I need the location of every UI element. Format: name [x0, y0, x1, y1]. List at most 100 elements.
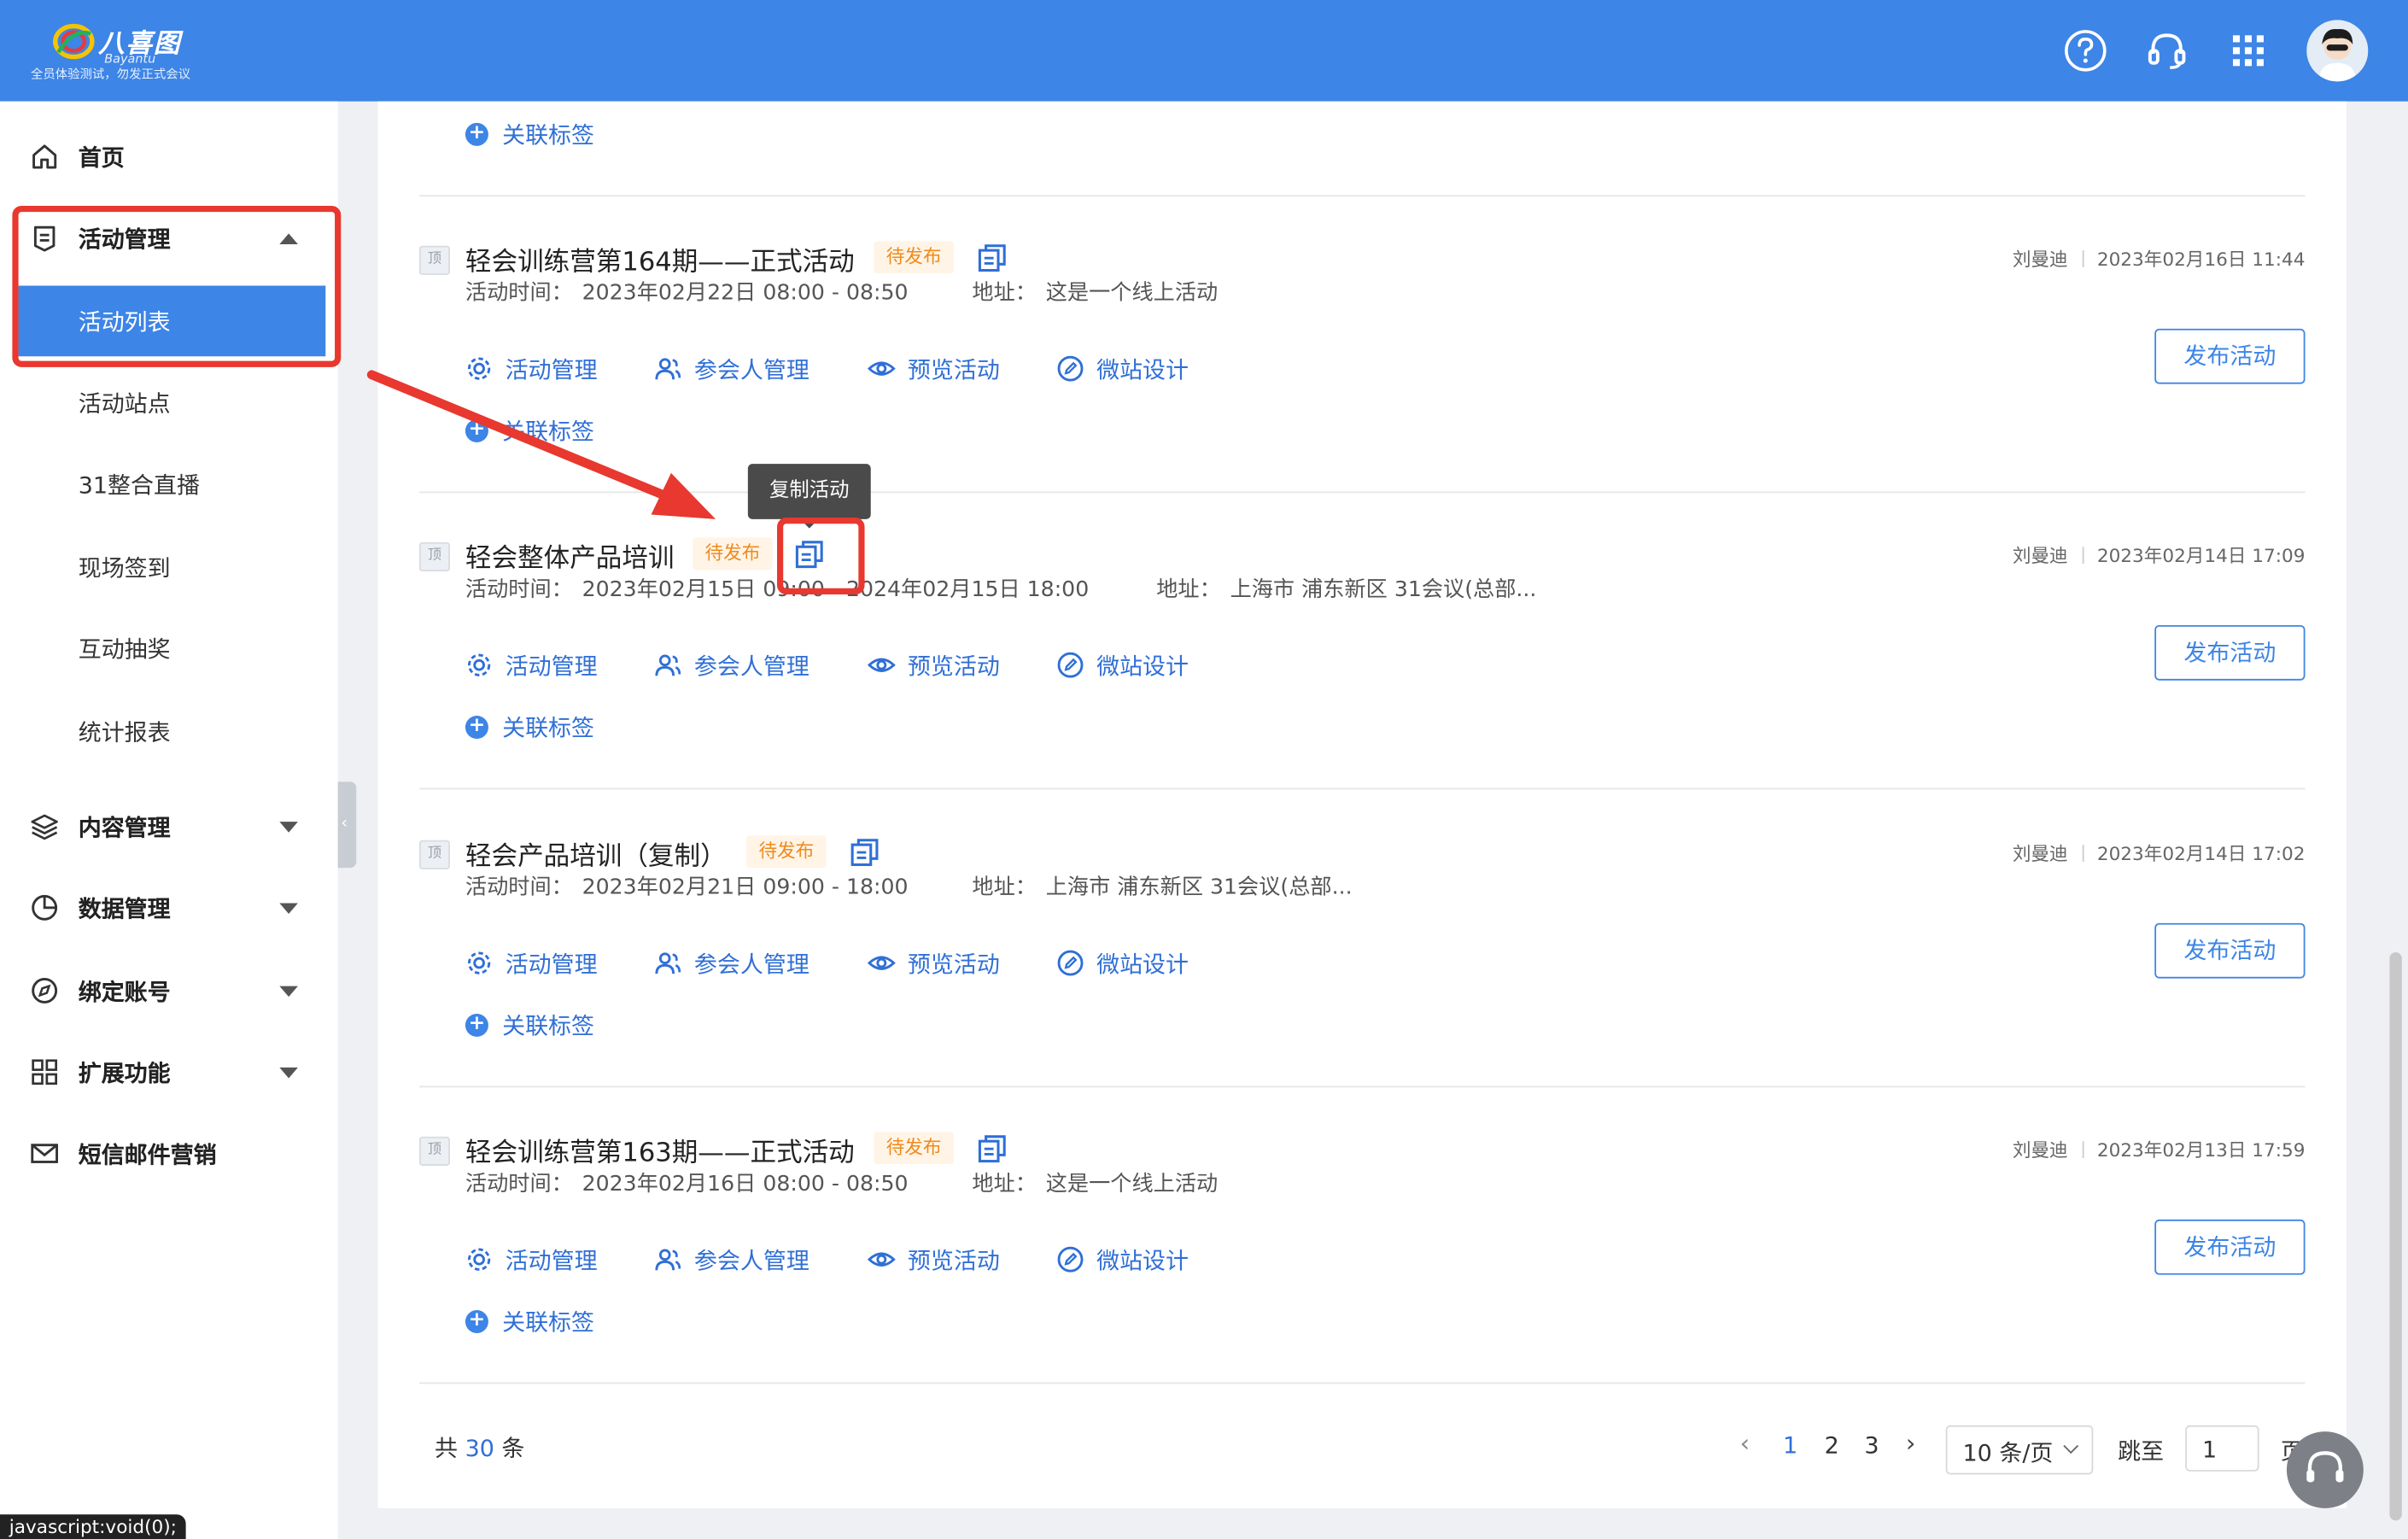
app-window: 八喜图 Bayantu 全员体验测试，勿发正式会议 首页 活动管理 活动列表 活… — [0, 0, 2408, 1539]
status-badge: 待发布 — [746, 835, 827, 869]
page-2[interactable]: 2 — [1825, 1431, 1839, 1459]
associate-tag-link[interactable]: + 关联标签 — [465, 117, 594, 151]
pie-chart-icon — [32, 894, 58, 921]
publish-button[interactable]: 发布活动 — [2154, 1219, 2306, 1275]
user-avatar[interactable] — [2306, 20, 2369, 82]
sidebar-item-extensions[interactable]: 扩展功能 — [0, 1037, 338, 1108]
op-preview[interactable]: 预览活动 — [868, 1243, 1000, 1277]
total-count: 共 30 条 — [434, 1434, 525, 1463]
brand-slogan: 全员体验测试，勿发正式会议 — [30, 67, 191, 82]
op-microsite-design[interactable]: 微站设计 — [1056, 352, 1189, 386]
op-preview[interactable]: 预览活动 — [868, 352, 1000, 386]
op-activity-manage[interactable]: 活动管理 — [465, 648, 598, 682]
copy-activity-icon[interactable] — [977, 243, 1008, 273]
op-microsite-design[interactable]: 微站设计 — [1056, 648, 1189, 682]
help-circle-icon[interactable] — [2062, 27, 2108, 73]
sidebar-subitem-live[interactable]: 31整合直播 — [0, 448, 338, 519]
associate-tag-link[interactable]: + 关联标签 — [465, 1304, 594, 1338]
sidebar-item-data-mgmt[interactable]: 数据管理 — [0, 872, 338, 943]
prev-page-icon[interactable]: ‹ — [1740, 1429, 1750, 1458]
jump-label: 跳至 — [2118, 1437, 2165, 1466]
avatar-image — [2306, 20, 2369, 82]
plus-circle-icon: + — [465, 1012, 488, 1037]
op-attendee-manage[interactable]: 参会人管理 — [654, 946, 809, 980]
op-attendee-manage[interactable]: 参会人管理 — [654, 1243, 809, 1277]
sidebar-subitem-label: 31整合直播 — [78, 471, 200, 500]
pin-top-badge[interactable]: 顶 — [418, 840, 450, 869]
associate-tag-link[interactable]: + 关联标签 — [465, 1008, 594, 1042]
logo-mark-icon — [53, 23, 95, 60]
activity-title[interactable]: 轻会训练营第163期——正式活动 — [465, 1131, 855, 1169]
sidebar-subitem-activity-site[interactable]: 活动站点 — [0, 367, 338, 438]
mail-icon — [31, 1144, 58, 1163]
op-preview[interactable]: 预览活动 — [868, 648, 1000, 682]
top-header: 八喜图 Bayantu 全员体验测试，勿发正式会议 — [0, 0, 2408, 102]
row-divider — [418, 1382, 2306, 1384]
plus-circle-icon: + — [465, 121, 488, 145]
activity-title[interactable]: 轻会整体产品培训 — [465, 536, 675, 575]
brand-logo[interactable]: 八喜图 Bayantu 全员体验测试，勿发正式会议 — [31, 15, 200, 86]
sidebar-item-sms-email[interactable]: 短信邮件营销 — [0, 1118, 338, 1189]
row-divider — [418, 195, 2306, 197]
sidebar-subitem-lottery[interactable]: 互动抽奖 — [0, 613, 338, 684]
row-divider — [418, 1085, 2306, 1088]
sidebar-item-home[interactable]: 首页 — [0, 121, 338, 192]
op-activity-manage[interactable]: 活动管理 — [465, 946, 598, 980]
headset-icon[interactable] — [2144, 27, 2190, 73]
highlight-box-sidebar — [12, 205, 342, 367]
chevron-left-icon: ‹ — [341, 812, 348, 833]
sidebar-item-content-mgmt[interactable]: 内容管理 — [0, 791, 338, 862]
activity-row: 顶 轻会训练营第163期——正式活动 待发布 活动时间： 2023年02月16日 … — [418, 1131, 2306, 1407]
sidebar-collapse-toggle[interactable]: ‹ — [337, 781, 357, 869]
activity-title[interactable]: 轻会训练营第164期——正式活动 — [465, 240, 855, 278]
publish-button[interactable]: 发布活动 — [2154, 922, 2306, 979]
activity-time: 活动时间： 2023年02月22日 08:00 - 08:50 — [465, 281, 909, 306]
eye-icon — [868, 1252, 896, 1267]
page-size-select[interactable]: 10 条/页 — [1945, 1425, 2094, 1475]
apps-grid-icon[interactable] — [2225, 27, 2271, 73]
status-badge: 待发布 — [693, 537, 773, 571]
pin-top-badge[interactable]: 顶 — [418, 1136, 450, 1166]
op-activity-manage[interactable]: 活动管理 — [465, 1243, 598, 1277]
chevron-down-icon — [2063, 1438, 2079, 1454]
associate-tag-link[interactable]: + 关联标签 — [465, 710, 594, 744]
sidebar-subitem-label: 现场签到 — [78, 554, 171, 582]
floating-support-button[interactable] — [2286, 1431, 2364, 1509]
pin-top-badge[interactable]: 顶 — [418, 541, 450, 572]
grid-squares-icon — [32, 1059, 57, 1085]
author-created: 刘曼迪 2023年02月14日 17:09 — [2012, 545, 2306, 567]
highlight-box-copy-icon — [777, 518, 865, 594]
activity-title[interactable]: 轻会产品培训（复制） — [465, 834, 727, 873]
publish-button[interactable]: 发布活动 — [2154, 624, 2306, 681]
op-microsite-design[interactable]: 微站设计 — [1056, 1243, 1189, 1277]
page-3[interactable]: 3 — [1864, 1431, 1879, 1459]
next-page-icon[interactable]: › — [1906, 1429, 1916, 1458]
pin-top-badge[interactable]: 顶 — [418, 245, 450, 275]
author-created: 刘曼迪 2023年02月13日 17:59 — [2012, 1139, 2306, 1162]
edit-circle-icon — [1057, 355, 1084, 382]
copy-activity-icon[interactable] — [850, 837, 880, 868]
copy-activity-icon[interactable] — [977, 1133, 1008, 1164]
eye-icon — [868, 658, 896, 672]
edit-circle-icon — [1057, 950, 1084, 976]
publish-button[interactable]: 发布活动 — [2154, 328, 2306, 384]
jump-page-input[interactable]: 1 — [2185, 1425, 2259, 1472]
brand-name-en: Bayantu — [104, 52, 156, 67]
op-microsite-design[interactable]: 微站设计 — [1056, 946, 1189, 980]
headset-icon — [2306, 1451, 2344, 1483]
op-preview[interactable]: 预览活动 — [868, 946, 1000, 980]
chevron-down-icon — [279, 1066, 298, 1078]
sidebar-subitem-checkin[interactable]: 现场签到 — [0, 531, 338, 602]
page-scrollbar[interactable] — [2389, 952, 2402, 1521]
users-icon — [655, 952, 681, 974]
browser-status-bar: javascript:void(0); — [0, 1514, 186, 1539]
op-attendee-manage[interactable]: 参会人管理 — [654, 648, 809, 682]
activity-row: 顶 轻会产品培训（复制） 待发布 活动时间： 2023年02月21日 09:00 … — [418, 834, 2306, 1111]
page-1[interactable]: 1 — [1783, 1431, 1797, 1459]
sidebar-subitem-reports[interactable]: 统计报表 — [0, 696, 338, 767]
status-badge: 待发布 — [874, 241, 954, 274]
gear-icon — [467, 1248, 491, 1271]
sidebar-item-bind-account[interactable]: 绑定账号 — [0, 956, 338, 1027]
sidebar-item-label: 数据管理 — [78, 894, 171, 922]
tag-label: 关联标签 — [502, 120, 595, 149]
